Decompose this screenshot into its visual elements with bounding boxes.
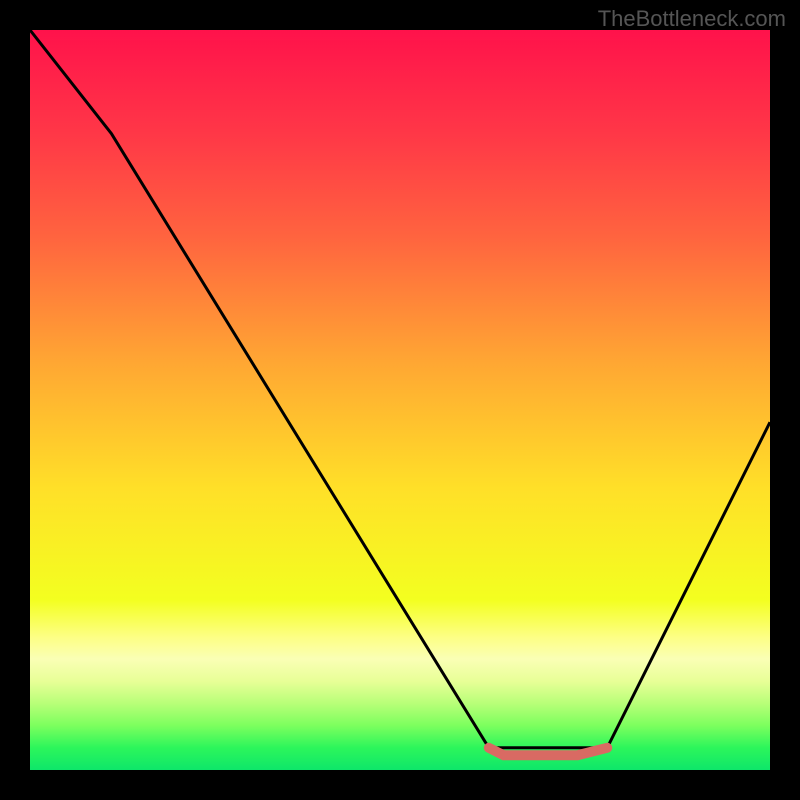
plot-area xyxy=(30,30,770,770)
bottleneck-curve xyxy=(30,30,770,748)
curve-layer xyxy=(30,30,770,770)
watermark-text: TheBottleneck.com xyxy=(598,6,786,32)
